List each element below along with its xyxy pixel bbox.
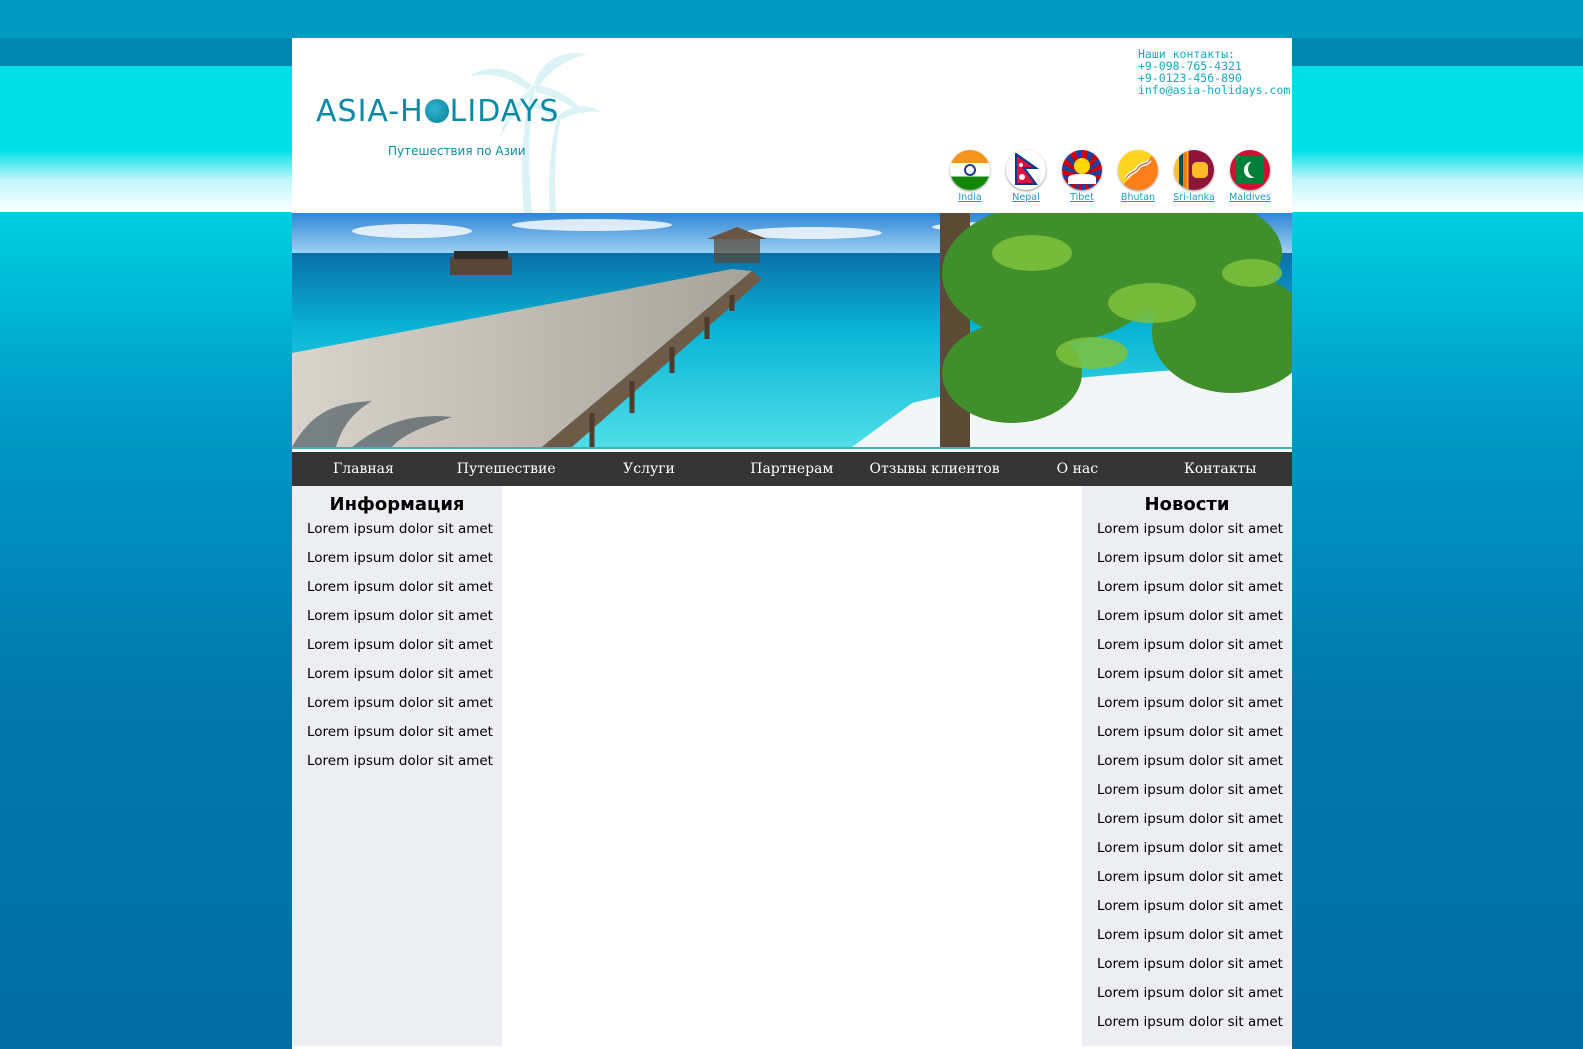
info-link[interactable]: Lorem ipsum dolor sit amet [307, 607, 502, 636]
info-link[interactable]: Lorem ipsum dolor sit amet [307, 520, 502, 549]
news-link[interactable]: Lorem ipsum dolor sit amet [1097, 984, 1292, 1013]
flag-item-india[interactable]: India [942, 150, 998, 203]
main-nav: Главная Путешествие Услуги Партнерам Отз… [292, 452, 1292, 486]
content-columns: Информация Lorem ipsum dolor sit amet Lo… [292, 486, 1292, 1046]
hero-banner [292, 213, 1292, 449]
news-link[interactable]: Lorem ipsum dolor sit amet [1097, 926, 1292, 955]
flag-item-maldives[interactable]: Maldives [1222, 150, 1278, 203]
news-link[interactable]: Lorem ipsum dolor sit amet [1097, 810, 1292, 839]
logo-text-right: LIDAYS [449, 94, 560, 129]
header: ASIA-H LIDAYS Путешествия по Азии Наши ко… [292, 38, 1292, 213]
flag-india-icon[interactable] [950, 150, 990, 190]
nav-item-services[interactable]: Услуги [578, 461, 721, 477]
flag-link-bhutan[interactable]: Bhutan [1121, 192, 1155, 203]
flag-link-india[interactable]: India [958, 192, 981, 203]
logo-text-left: ASIA-H [316, 94, 424, 129]
nav-item-partners[interactable]: Партнерам [720, 461, 863, 477]
news-link[interactable]: Lorem ipsum dolor sit amet [1097, 897, 1292, 926]
news-link[interactable]: Lorem ipsum dolor sit amet [1097, 607, 1292, 636]
beach-pier-image [292, 213, 1292, 447]
news-link[interactable]: Lorem ipsum dolor sit amet [1097, 549, 1292, 578]
nav-item-travel[interactable]: Путешествие [435, 461, 578, 477]
news-link[interactable]: Lorem ipsum dolor sit amet [1097, 839, 1292, 868]
info-list: Lorem ipsum dolor sit amet Lorem ipsum d… [292, 520, 502, 781]
flag-item-tibet[interactable]: Tibet [1054, 150, 1110, 203]
site-logo[interactable]: ASIA-H LIDAYS [316, 94, 559, 129]
page-container: ASIA-H LIDAYS Путешествия по Азии Наши ко… [292, 38, 1292, 1049]
flag-srilanka-icon[interactable] [1174, 150, 1214, 190]
news-link[interactable]: Lorem ipsum dolor sit amet [1097, 1013, 1292, 1042]
site-slogan: Путешествия по Азии [388, 144, 526, 158]
nav-item-home[interactable]: Главная [292, 461, 435, 477]
flag-nepal-icon[interactable] [1006, 150, 1046, 190]
info-link[interactable]: Lorem ipsum dolor sit amet [307, 723, 502, 752]
news-link[interactable]: Lorem ipsum dolor sit amet [1097, 520, 1292, 549]
news-link[interactable]: Lorem ipsum dolor sit amet [1097, 781, 1292, 810]
flag-bhutan-icon[interactable] [1118, 150, 1158, 190]
info-link[interactable]: Lorem ipsum dolor sit amet [307, 636, 502, 665]
contact-email[interactable]: info@asia-holidays.com [1138, 84, 1290, 96]
info-link[interactable]: Lorem ipsum dolor sit amet [307, 694, 502, 723]
nav-item-reviews[interactable]: Отзывы клиентов [863, 461, 1006, 477]
flag-link-nepal[interactable]: Nepal [1012, 192, 1039, 203]
news-link[interactable]: Lorem ipsum dolor sit amet [1097, 955, 1292, 984]
flag-item-srilanka[interactable]: Sri-lanka [1166, 150, 1222, 203]
info-link[interactable]: Lorem ipsum dolor sit amet [307, 578, 502, 607]
news-link[interactable]: Lorem ipsum dolor sit amet [1097, 723, 1292, 752]
news-link[interactable]: Lorem ipsum dolor sit amet [1097, 868, 1292, 897]
news-title: Новости [1144, 494, 1230, 515]
flag-link-tibet[interactable]: Tibet [1070, 192, 1094, 203]
contacts-block: Наши контакты: +9-098-765-4321 +9-0123-4… [1138, 48, 1290, 96]
flag-maldives-icon[interactable] [1230, 150, 1270, 190]
flag-link-maldives[interactable]: Maldives [1229, 192, 1271, 203]
flag-link-srilanka[interactable]: Sri-lanka [1173, 192, 1215, 203]
news-link[interactable]: Lorem ipsum dolor sit amet [1097, 752, 1292, 781]
info-title: Информация [329, 494, 465, 515]
flag-item-bhutan[interactable]: Bhutan [1110, 150, 1166, 203]
info-sidebar: Информация Lorem ipsum dolor sit amet Lo… [292, 486, 502, 1046]
news-link[interactable]: Lorem ipsum dolor sit amet [1097, 636, 1292, 665]
nav-item-about[interactable]: О нас [1006, 461, 1149, 477]
flag-tibet-icon[interactable] [1062, 150, 1102, 190]
news-list: Lorem ipsum dolor sit amet Lorem ipsum d… [1082, 520, 1292, 1042]
palm-tree-icon [470, 53, 600, 213]
nav-item-contacts[interactable]: Контакты [1149, 461, 1292, 477]
news-link[interactable]: Lorem ipsum dolor sit amet [1097, 694, 1292, 723]
flag-item-nepal[interactable]: Nepal [998, 150, 1054, 203]
news-sidebar: Новости Lorem ipsum dolor sit amet Lorem… [1082, 486, 1292, 1046]
country-flags: India Nepal Tibet Bhutan Sri-lanka Maldi… [942, 150, 1278, 203]
news-link[interactable]: Lorem ipsum dolor sit amet [1097, 665, 1292, 694]
main-content [502, 486, 1082, 1046]
info-link[interactable]: Lorem ipsum dolor sit amet [307, 549, 502, 578]
globe-icon [424, 99, 449, 123]
info-link[interactable]: Lorem ipsum dolor sit amet [307, 665, 502, 694]
news-link[interactable]: Lorem ipsum dolor sit amet [1097, 578, 1292, 607]
info-link[interactable]: Lorem ipsum dolor sit amet [307, 752, 502, 781]
